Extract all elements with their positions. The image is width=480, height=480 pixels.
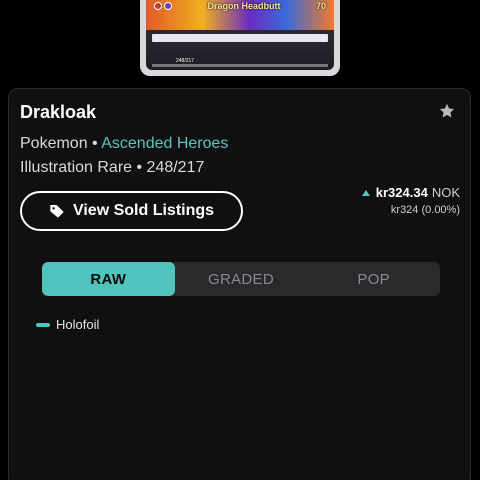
- price-change: kr324 (0.00%): [390, 204, 460, 216]
- legend-swatch: [36, 322, 50, 327]
- rarity-line: Illustration Rare • 248/217: [20, 159, 205, 176]
- card-weakness-strip: [152, 34, 328, 42]
- view-sold-listings-button[interactable]: View Sold Listings: [20, 191, 243, 231]
- view-sold-listings-label: View Sold Listings: [72, 202, 215, 219]
- market-price-value: kr324.34: [375, 185, 428, 200]
- market-price: kr324.34 NOK: [361, 185, 460, 200]
- star-icon[interactable]: [438, 102, 456, 120]
- price-block: kr324.34 NOK kr324 (0.00%): [361, 185, 460, 216]
- separator-dot: •: [92, 135, 98, 152]
- product-category: Pokemon: [20, 135, 88, 152]
- legend-label: Holofoil: [56, 317, 100, 332]
- tag-icon: [50, 205, 64, 218]
- product-title: Drakloak: [20, 102, 97, 122]
- tab-pop[interactable]: POP: [307, 262, 440, 296]
- tab-graded[interactable]: GRADED: [175, 262, 308, 296]
- card-artwork: Dragon Headbutt 70 248/217: [146, 0, 334, 70]
- product-subline: Pokemon • Ascended Heroes: [20, 135, 228, 153]
- trend-up-icon: [361, 189, 370, 196]
- card-footer: [152, 64, 328, 67]
- card-flavor-text: [152, 44, 328, 58]
- set-link[interactable]: Ascended Heroes: [101, 135, 228, 152]
- chart-legend[interactable]: Holofoil: [36, 317, 99, 332]
- product-detail-panel: Drakloak Pokemon • Ascended Heroes Illus…: [8, 88, 471, 480]
- energy-icons: [154, 2, 172, 10]
- card-attack-damage: 70: [315, 1, 326, 11]
- card-attack-name: Dragon Headbutt: [207, 1, 281, 11]
- tab-raw[interactable]: RAW: [42, 262, 175, 296]
- condition-tabs: RAW GRADED POP: [42, 262, 440, 296]
- market-price-currency: NOK: [431, 185, 460, 200]
- card-attack-row: Dragon Headbutt 70: [154, 0, 326, 12]
- card-image[interactable]: Dragon Headbutt 70 248/217: [140, 0, 340, 76]
